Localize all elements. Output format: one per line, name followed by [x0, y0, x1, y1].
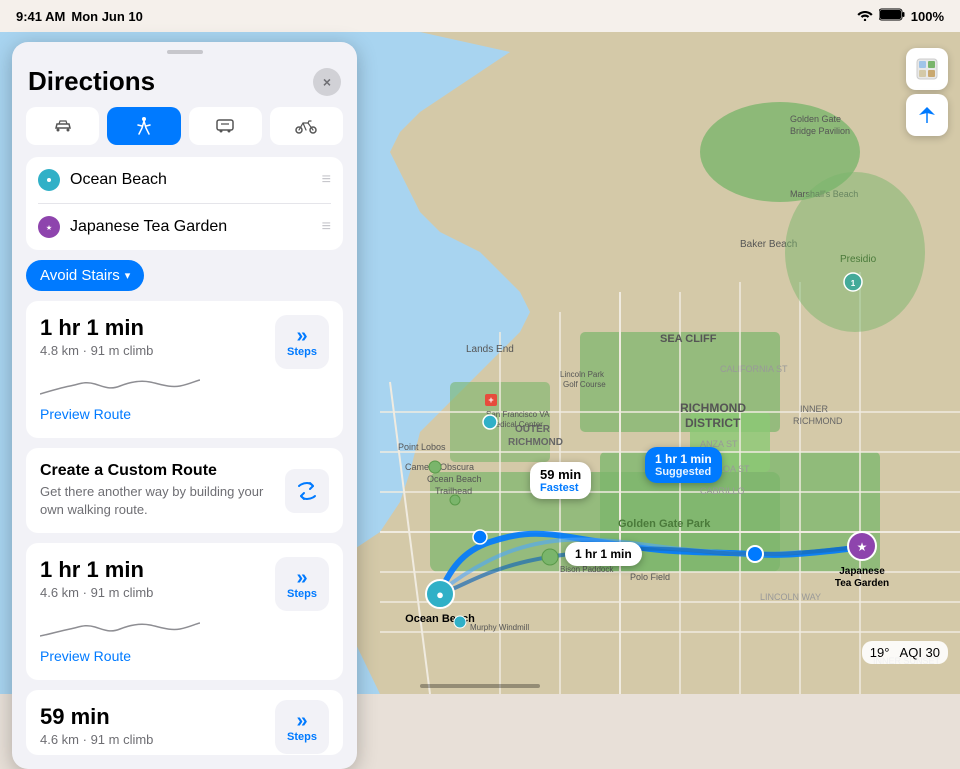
transport-car-button[interactable] — [26, 107, 99, 145]
svg-text:Point Lobos: Point Lobos — [398, 442, 446, 452]
wifi-icon — [857, 9, 873, 24]
waypoint-start-name: Ocean Beach — [70, 171, 312, 189]
close-button[interactable]: × — [313, 68, 341, 96]
directions-panel: Directions × — [12, 42, 357, 769]
status-bar-left: 9:41 AM Mon Jun 10 — [16, 9, 143, 24]
route-1-preview[interactable]: Preview Route — [40, 406, 131, 422]
battery-icon — [879, 8, 905, 24]
route-card-1[interactable]: 1 hr 1 min 4.8 km · 91 m climb Preview R… — [26, 301, 343, 438]
avoid-stairs-chevron: ▾ — [125, 269, 131, 282]
transport-modes — [12, 107, 357, 157]
svg-text:RICHMOND: RICHMOND — [793, 416, 843, 426]
svg-text:Polo Field: Polo Field — [630, 572, 670, 582]
custom-route-card[interactable]: Create a Custom Route Get there another … — [26, 448, 343, 533]
svg-text:Ocean Beach: Ocean Beach — [427, 474, 482, 484]
svg-text:RICHMOND: RICHMOND — [508, 437, 563, 448]
temp-badge: 19° AQI 30 — [862, 641, 948, 664]
waypoint-end-reorder[interactable]: ≡ — [322, 218, 331, 236]
waypoint-end-icon: ★ — [38, 216, 60, 238]
svg-text:INNER: INNER — [800, 404, 829, 414]
svg-text:DISTRICT: DISTRICT — [685, 416, 741, 430]
waypoint-end: ★ Japanese Tea Garden ≡ — [26, 204, 343, 250]
route-3-steps-button[interactable]: » Steps — [275, 700, 329, 754]
status-time: 9:41 AM — [16, 9, 65, 24]
panel-handle — [167, 50, 203, 54]
svg-text:SEA CLIFF: SEA CLIFF — [660, 333, 717, 345]
battery-percent: 100% — [911, 9, 944, 24]
route-1-steps-icon: » — [296, 326, 307, 346]
waypoints: Ocean Beach ≡ ★ Japanese Tea Garden ≡ — [26, 157, 343, 250]
route-1-steps-button[interactable]: » Steps — [275, 315, 329, 369]
route-card-3[interactable]: 59 min 4.6 km · 91 m climb » Steps — [26, 690, 343, 755]
home-indicator — [420, 684, 540, 688]
svg-text:Japanese: Japanese — [839, 566, 885, 577]
status-bar: 9:41 AM Mon Jun 10 100% — [0, 0, 960, 32]
svg-text:1: 1 — [851, 279, 856, 288]
transport-bike-button[interactable] — [270, 107, 343, 145]
status-bar-right: 100% — [857, 8, 944, 24]
svg-text:Golf Course: Golf Course — [563, 380, 606, 389]
route-2-preview[interactable]: Preview Route — [40, 648, 131, 664]
panel-title: Directions — [28, 66, 155, 97]
transport-walk-button[interactable] — [107, 107, 180, 145]
route-2-steps-icon: » — [296, 568, 307, 588]
waypoint-end-name: Japanese Tea Garden — [70, 218, 312, 236]
svg-text:●: ● — [436, 587, 444, 602]
custom-route-desc: Get there another way by building your o… — [40, 483, 273, 519]
svg-text:Tea Garden: Tea Garden — [835, 578, 889, 589]
avoid-stairs-label: Avoid Stairs — [40, 267, 120, 284]
route-2-steps-label: Steps — [287, 588, 317, 600]
filter-section: Avoid Stairs ▾ — [12, 250, 357, 301]
svg-text:CALIFORNIA ST: CALIFORNIA ST — [720, 364, 788, 374]
route-2-elevation — [40, 608, 329, 640]
routes-container: 1 hr 1 min 4.8 km · 91 m climb Preview R… — [12, 301, 357, 769]
waypoint-start: Ocean Beach ≡ — [26, 157, 343, 203]
map-controls — [906, 48, 948, 136]
route-3-steps-label: Steps — [287, 731, 317, 743]
custom-route-title: Create a Custom Route — [40, 462, 273, 480]
svg-text:Trailhead: Trailhead — [435, 486, 472, 496]
badge-suggested: 1 hr 1 min Suggested — [645, 447, 722, 483]
waypoint-start-reorder[interactable]: ≡ — [322, 171, 331, 189]
route-3-steps-icon: » — [296, 711, 307, 731]
panel-header: Directions × — [12, 58, 357, 107]
svg-text:Lincoln Park: Lincoln Park — [560, 370, 605, 379]
svg-text:CABRILLO: CABRILLO — [700, 486, 745, 496]
svg-text:★: ★ — [857, 540, 868, 554]
svg-text:Golden Gate: Golden Gate — [790, 114, 841, 124]
temperature: 19° — [870, 645, 890, 660]
route-card-2[interactable]: 1 hr 1 min 4.6 km · 91 m climb Preview R… — [26, 543, 343, 680]
svg-text:RICHMOND: RICHMOND — [680, 401, 746, 415]
svg-text:Bison Paddock: Bison Paddock — [560, 565, 614, 574]
aqi: AQI 30 — [900, 645, 940, 660]
custom-route-icon-button[interactable] — [285, 469, 329, 513]
route-2-steps-button[interactable]: » Steps — [275, 557, 329, 611]
location-button[interactable] — [906, 94, 948, 136]
svg-text:Bridge Pavilion: Bridge Pavilion — [790, 126, 850, 136]
svg-text:Golden Gate Park: Golden Gate Park — [618, 518, 711, 530]
badge-fastest: 59 min Fastest — [530, 462, 591, 499]
route-1-steps-label: Steps — [287, 346, 317, 358]
map-view-button[interactable] — [906, 48, 948, 90]
route-1-elevation — [40, 366, 329, 398]
transport-transit-button[interactable] — [189, 107, 262, 145]
badge-time1hr: 1 hr 1 min — [565, 542, 642, 566]
svg-text:Murphy Windmill: Murphy Windmill — [470, 623, 529, 632]
avoid-stairs-button[interactable]: Avoid Stairs ▾ — [26, 260, 144, 291]
svg-text:LINCOLN WAY: LINCOLN WAY — [760, 592, 821, 602]
custom-route-info: Create a Custom Route Get there another … — [40, 462, 273, 519]
svg-text:Lands End: Lands End — [466, 344, 514, 355]
waypoint-start-icon — [38, 169, 60, 191]
svg-text:Presidio: Presidio — [840, 254, 877, 265]
svg-text:★: ★ — [46, 224, 52, 232]
status-date: Mon Jun 10 — [71, 9, 143, 24]
svg-text:+: + — [488, 395, 493, 405]
